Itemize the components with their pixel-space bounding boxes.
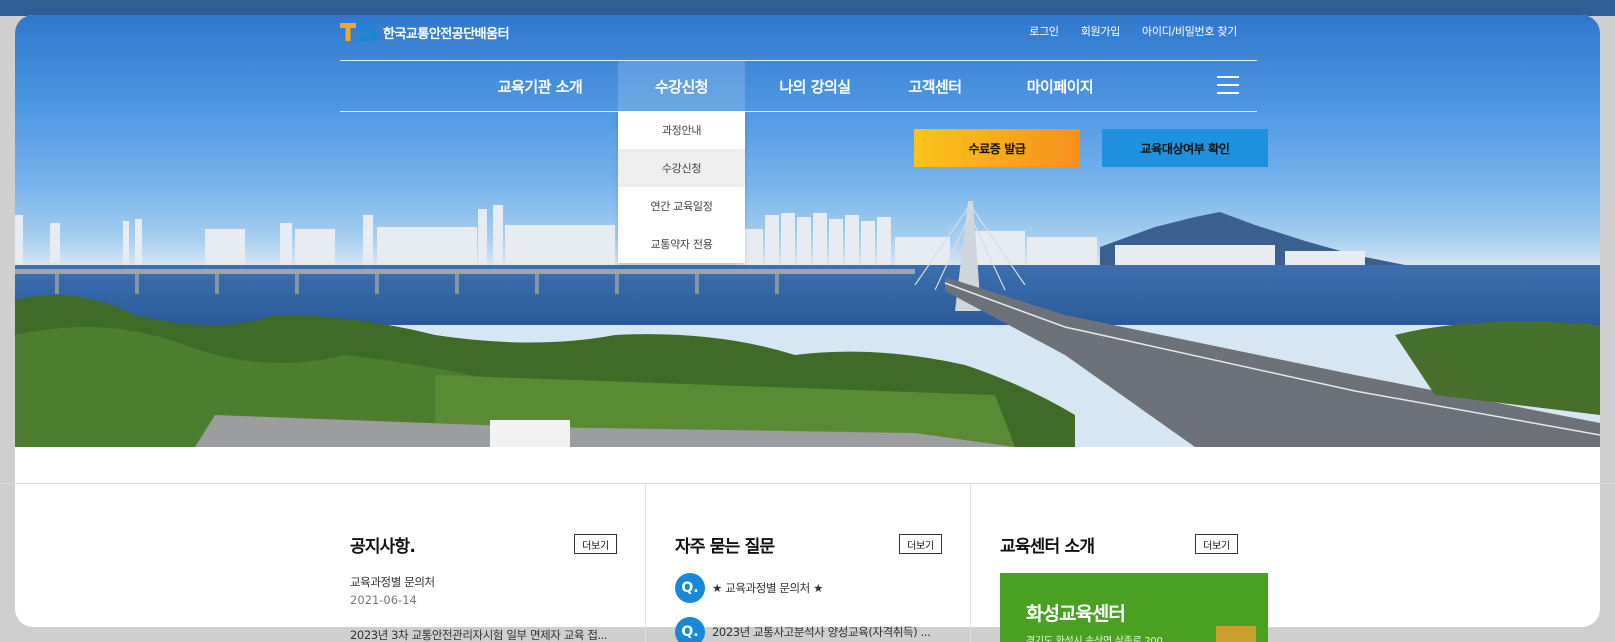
faq-q-badge: Q. bbox=[675, 617, 705, 642]
gnb-item-customer-center[interactable]: 고객센터 bbox=[880, 61, 990, 111]
gnb-item-my-classroom[interactable]: 나의 강의실 bbox=[760, 61, 870, 111]
submenu-course-guide[interactable]: 과정안내 bbox=[618, 111, 745, 149]
find-account-link[interactable]: 아이디/비밀번호 찾기 bbox=[1142, 23, 1237, 39]
global-nav: 교육기관 소개 수강신청 나의 강의실 고객센터 마이페이지 bbox=[340, 61, 1257, 111]
browser-top-band bbox=[0, 0, 1615, 16]
center-card-title: 화성교육센터 bbox=[1026, 603, 1126, 625]
enroll-submenu: 과정안내 수강신청 연간 교육일정 교통약자 전용 bbox=[618, 111, 745, 263]
gnb-item-about[interactable]: 교육기관 소개 bbox=[485, 61, 595, 111]
education-target-check-button[interactable]: 교육대상여부 확인 bbox=[1102, 129, 1268, 167]
submenu-accessibility[interactable]: 교통약자 전용 bbox=[618, 225, 745, 263]
faq-item-text: ★ 교육과정별 문의처 ★ bbox=[712, 581, 824, 595]
faq-item[interactable]: Q. ★ 교육과정별 문의처 ★ bbox=[675, 573, 823, 603]
notice-item-title[interactable]: 2023년 3차 교통안전관리자시험 일부 면제자 교육 접... bbox=[350, 627, 608, 642]
gnb-item-mypage[interactable]: 마이페이지 bbox=[1005, 61, 1115, 111]
faq-item[interactable]: Q. 2023년 교통사고분석사 양성교육(자격취득) ... bbox=[675, 617, 931, 642]
notice-section-title: 공지사항. bbox=[350, 537, 416, 557]
faq-item-text: 2023년 교통사고분석사 양성교육(자격취득) ... bbox=[712, 625, 931, 639]
hamburger-icon[interactable] bbox=[1217, 76, 1239, 94]
notice-item-title[interactable]: 교육과정별 문의처 bbox=[350, 574, 435, 590]
faq-q-badge: Q. bbox=[675, 573, 705, 603]
notice-more-button[interactable]: 더보기 bbox=[574, 534, 617, 554]
center-card-illustration bbox=[1216, 626, 1256, 642]
ts-logo-icon bbox=[340, 21, 378, 43]
submenu-enroll[interactable]: 수강신청 bbox=[618, 149, 745, 187]
login-link[interactable]: 로그인 bbox=[1029, 23, 1059, 39]
site-name: 한국교통안전공단배움터 bbox=[383, 26, 510, 42]
notice-item-date: 2021-06-14 bbox=[350, 593, 417, 607]
page-frame: 한국교통안전공단배움터 로그인 회원가입 아이디/비밀번호 찾기 교육기관 소개… bbox=[15, 15, 1600, 627]
content-divider bbox=[0, 483, 1615, 484]
site-logo[interactable]: 한국교통안전공단배움터 bbox=[340, 21, 510, 43]
center-more-button[interactable]: 더보기 bbox=[1195, 534, 1238, 554]
column-divider-1 bbox=[645, 484, 646, 642]
faq-section-title: 자주 묻는 질문 bbox=[675, 537, 775, 557]
center-card-address: 경기도 화성시 송산면 삼존로 200 bbox=[1026, 636, 1163, 642]
hero-banner: 한국교통안전공단배움터 로그인 회원가입 아이디/비밀번호 찾기 교육기관 소개… bbox=[15, 15, 1600, 447]
utility-nav: 로그인 회원가입 아이디/비밀번호 찾기 bbox=[1029, 23, 1237, 39]
hwaseong-center-card[interactable]: 화성교육센터 경기도 화성시 송산면 삼존로 200 bbox=[1000, 573, 1268, 642]
faq-more-button[interactable]: 더보기 bbox=[899, 534, 942, 554]
column-divider-2 bbox=[970, 484, 971, 642]
submenu-annual-schedule[interactable]: 연간 교육일정 bbox=[618, 187, 745, 225]
gnb-item-enroll[interactable]: 수강신청 bbox=[618, 61, 745, 111]
gnb-bottom-divider bbox=[340, 111, 1257, 112]
signup-link[interactable]: 회원가입 bbox=[1081, 23, 1121, 39]
certificate-issue-button[interactable]: 수료증 발급 bbox=[914, 129, 1080, 167]
center-section-title: 교육센터 소개 bbox=[1000, 537, 1095, 557]
